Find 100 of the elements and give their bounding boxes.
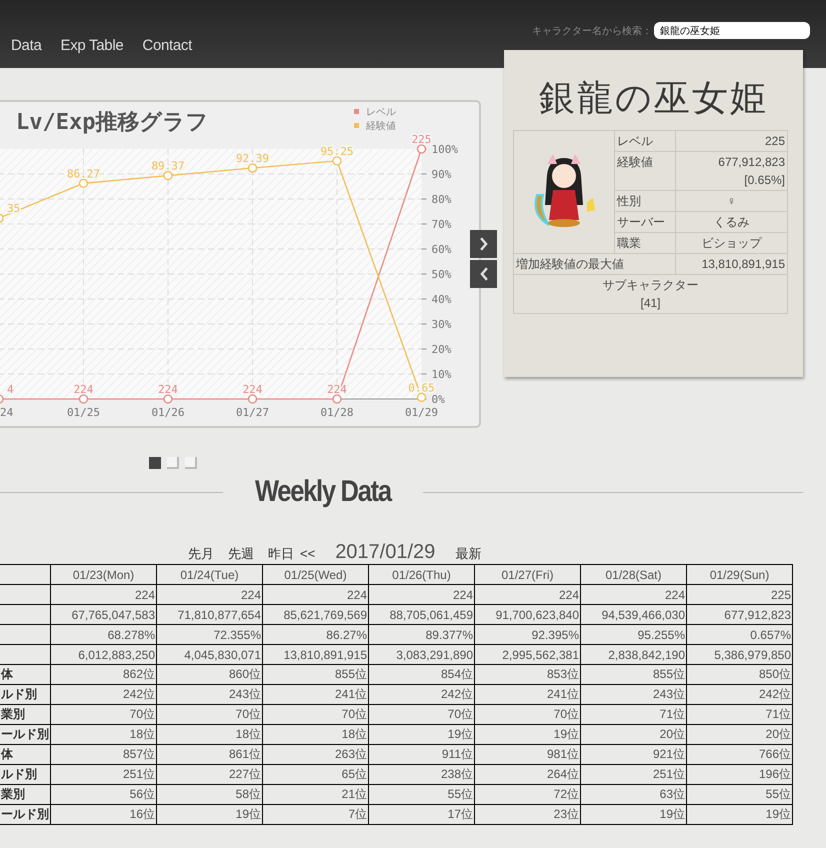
table-cell: 766位 (686, 744, 792, 764)
date-nav-link[interactable]: 先週 (228, 545, 254, 563)
table-cell: 225 (686, 584, 792, 604)
nav-link[interactable]: Data (11, 37, 42, 54)
axis-tick-label: 10% (432, 368, 452, 381)
table-cell: 63位 (580, 784, 686, 804)
axis-tick-label: 0% (432, 393, 445, 406)
data-label: 86.27 (66, 167, 100, 180)
data-label: 224 (242, 383, 262, 396)
table-cell: 227位 (156, 764, 262, 784)
table-cell: 243位 (156, 684, 262, 704)
data-point (163, 170, 173, 180)
date-nav-link[interactable]: 先月 (188, 545, 214, 563)
table-cell: 71,810,877,654 (156, 604, 262, 624)
data-label: 225 (412, 133, 432, 146)
axis-tick-label: 30% (432, 318, 452, 331)
table-cell: 94,539,466,030 (580, 604, 686, 624)
table-cell: 850位 (686, 664, 792, 684)
data-point (78, 178, 88, 188)
data-label: 92.39 (236, 152, 270, 166)
date-nav-link[interactable]: 最新 (455, 545, 482, 563)
field-value: ♀ (726, 193, 737, 210)
table-cell: 16位 (50, 804, 156, 824)
table-cell: 91,700,623,840 (474, 604, 580, 624)
table-cell: 70位 (368, 704, 474, 724)
table-cell: 854位 (368, 664, 474, 684)
row-label: ールド別 (0, 724, 50, 744)
table-cell: 241位 (474, 684, 580, 704)
row-label: ールド別 (0, 804, 50, 824)
table-cell: 238位 (368, 764, 474, 784)
table-cell: 88,705,061,459 (368, 604, 474, 624)
search-label: キャラクター名から検索： (532, 24, 652, 38)
axis-tick-label: 90% (432, 168, 452, 181)
table-cell: 72位 (474, 784, 580, 804)
data-label: 89.37 (151, 160, 185, 173)
table-cell: 921位 (580, 744, 686, 764)
table-cell: 264位 (474, 764, 580, 784)
row-label: ルド別 (0, 684, 50, 704)
table-cell: 20位 (686, 724, 792, 744)
table-cell: 17位 (368, 804, 474, 824)
data-point (332, 156, 342, 166)
table-cell: 13,810,891,915 (262, 644, 368, 664)
data-point (163, 394, 173, 404)
data-label: 4 (7, 383, 14, 396)
legend-label: レベル (366, 107, 396, 118)
axis-tick-label: 80% (432, 193, 452, 206)
table-cell: 95.255% (580, 624, 686, 644)
table-cell: 4,045,830,071 (156, 644, 262, 664)
date-nav-link[interactable]: 昨日 (268, 545, 294, 563)
field-label: 増加経験値の最大値 (514, 254, 676, 274)
table-cell: 7位 (262, 804, 368, 824)
table-cell: 19位 (474, 724, 580, 744)
table-cell: 224 (474, 584, 580, 604)
search-field[interactable]: 銀龍の巫女姫 (654, 22, 810, 39)
field-label: レベル (614, 130, 676, 152)
data-label: 95.25 (320, 144, 354, 158)
field-label: サブキャラクター (602, 277, 700, 294)
table-cell: 55位 (686, 784, 792, 804)
axis-tick-label: 50% (432, 268, 452, 281)
table-cell: 862位 (50, 664, 156, 684)
table-cell: 21位 (262, 784, 368, 804)
field-note: [0.65%] (743, 172, 785, 189)
axis-tick-label: 20% (432, 343, 452, 356)
nav-link[interactable]: Exp Table (60, 37, 124, 54)
table-cell: 2,995,562,381 (474, 644, 580, 664)
table-cell: 6,012,883,250 (50, 644, 156, 664)
data-label: 35 (7, 202, 20, 216)
field-value: 677,912,823 (717, 154, 785, 171)
table-cell: 19位 (156, 804, 262, 824)
table-cell: 196位 (686, 764, 792, 784)
table-cell: 71位 (686, 704, 792, 724)
section-title: Weekly Data (255, 475, 392, 509)
carousel-button[interactable] (470, 260, 497, 288)
column-header: 01/26(Thu) (368, 564, 474, 584)
field-value: 225 (764, 133, 785, 150)
table-cell: 855位 (580, 664, 686, 684)
data-point (0, 213, 4, 223)
table-cell: 0.657% (686, 624, 792, 644)
table-cell: 19位 (686, 804, 792, 824)
table-cell: 242位 (686, 684, 792, 704)
date-nav-link[interactable]: << (300, 546, 316, 561)
table-cell: 3,083,291,890 (368, 644, 474, 664)
table-cell: 241位 (262, 684, 368, 704)
table-cell: 55位 (368, 784, 474, 804)
field-label: 経験値 (614, 152, 676, 190)
axis-tick-label: 100% (432, 143, 458, 156)
carousel-button[interactable] (470, 230, 497, 258)
data-point (248, 163, 258, 173)
table-cell: 18位 (50, 724, 156, 744)
table-cell: 71位 (580, 704, 686, 724)
data-point (332, 394, 342, 404)
axis-tick-label: 70% (432, 218, 452, 231)
row-label: ルド別 (0, 764, 50, 784)
axis-tick-label: 01/27 (236, 406, 270, 419)
field-value: くるみ (712, 214, 750, 231)
table-cell: 224 (156, 584, 262, 604)
legend-label: 経験値 (366, 121, 396, 132)
table-cell: 86.27% (262, 624, 368, 644)
nav-link[interactable]: Contact (142, 37, 192, 54)
row-label: 体 (0, 744, 50, 764)
